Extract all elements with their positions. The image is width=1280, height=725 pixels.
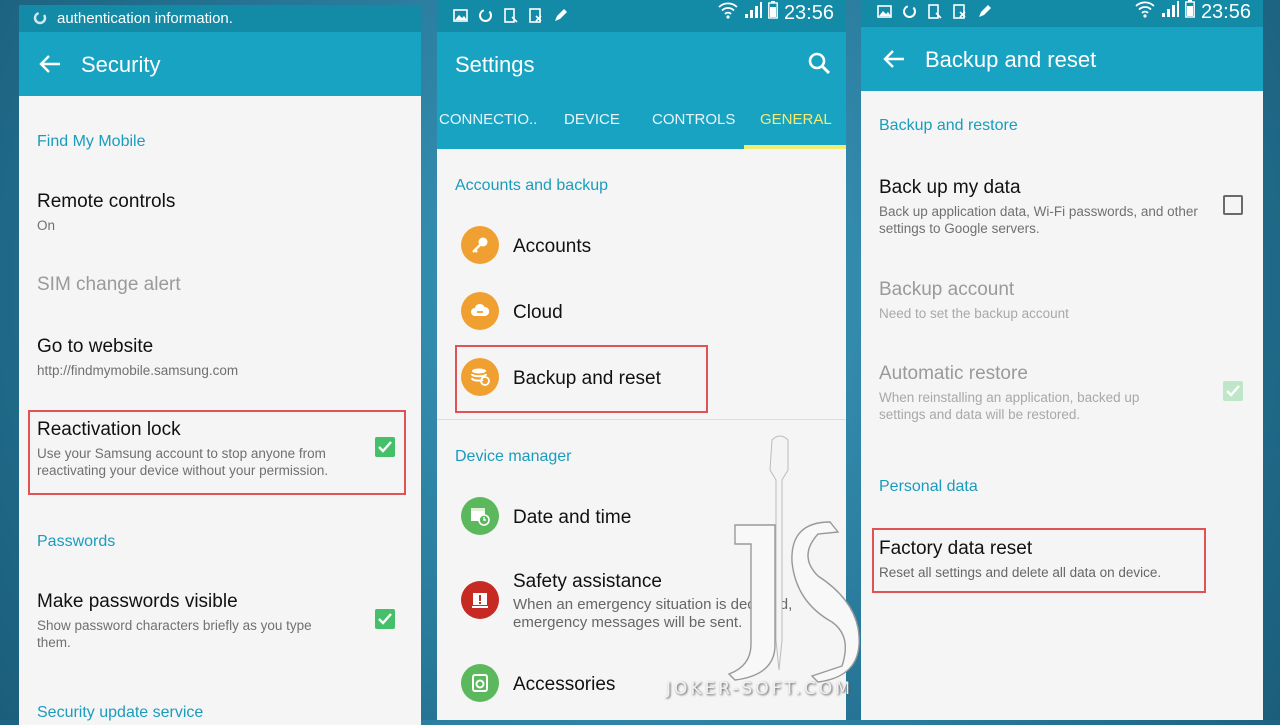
section-device-manager: Device manager (455, 448, 572, 465)
tab-connections[interactable]: CONNECTIO.. (439, 111, 537, 128)
status-bar: 23:56 (861, 0, 1263, 27)
signal-icon (1161, 0, 1179, 24)
accessories-title: Accessories (513, 674, 616, 695)
backup-and-reset-title: Backup and reset (513, 368, 661, 389)
remote-controls-title: Remote controls (37, 191, 176, 212)
reactivation-lock-sub: Use your Samsung account to stop anyone … (37, 446, 329, 478)
status-bar: 23:56 (437, 0, 846, 32)
signal-icon (744, 1, 762, 25)
search-icon[interactable] (808, 52, 831, 79)
section-accounts-and-backup: Accounts and backup (455, 177, 608, 194)
file-icon (952, 4, 967, 24)
watermark-text: JOKER-SOFT.COM (666, 679, 853, 699)
pen-icon (553, 8, 568, 28)
automatic-restore-checkbox (1223, 381, 1243, 401)
wifi-icon (1135, 0, 1155, 24)
tab-controls[interactable]: CONTROLS (652, 111, 735, 128)
screenshot-icon (503, 8, 518, 28)
page-title: Settings (455, 52, 535, 77)
automatic-restore-sub: When reinstalling an application, backed… (879, 390, 1140, 422)
security-screen: authentication information. Security Fin… (19, 5, 421, 725)
notification-bar: authentication information. (19, 5, 421, 32)
backup-icon (461, 358, 499, 396)
sim-change-alert-item: SIM change alert (37, 274, 181, 295)
battery-icon (1185, 0, 1195, 24)
factory-data-reset-sub: Reset all settings and delete all data o… (879, 565, 1162, 580)
cloud-title: Cloud (513, 302, 563, 323)
backup-account-title: Backup account (879, 279, 1015, 300)
tab-device[interactable]: DEVICE (564, 111, 620, 128)
section-backup-and-restore: Backup and restore (879, 117, 1018, 134)
page-title: Security (81, 52, 161, 77)
reactivation-lock-checkbox[interactable] (375, 437, 395, 457)
backup-app-bar: Backup and reset (861, 27, 1263, 91)
back-arrow-icon[interactable] (883, 49, 905, 74)
sync-icon (33, 11, 47, 30)
section-security-update-service: Security update service (37, 704, 204, 721)
tab-general[interactable]: GENERAL (760, 111, 832, 128)
automatic-restore-title: Automatic restore (879, 363, 1028, 384)
back-up-my-data-checkbox[interactable] (1223, 195, 1243, 215)
pen-icon (977, 4, 992, 24)
back-arrow-icon[interactable] (39, 54, 61, 79)
cloud-icon (461, 292, 499, 330)
back-up-my-data-title: Back up my data (879, 177, 1021, 198)
security-app-bar: Security (19, 32, 421, 96)
back-up-my-data-sub: Back up application data, Wi-Fi password… (879, 204, 1198, 236)
page-title: Backup and reset (925, 47, 1097, 72)
go-to-website-title: Go to website (37, 336, 154, 357)
notification-text: authentication information. (57, 10, 233, 27)
gallery-icon (877, 4, 892, 24)
clock: 23:56 (1200, 0, 1251, 23)
battery-icon (768, 1, 778, 25)
backup-account-sub: Need to set the backup account (879, 306, 1069, 321)
accessories-icon (461, 664, 499, 702)
section-divider (437, 419, 846, 420)
go-to-website-sub: http://findmymobile.samsung.com (37, 363, 239, 378)
key-icon (461, 226, 499, 264)
reactivation-lock-title: Reactivation lock (37, 419, 181, 440)
accounts-title: Accounts (513, 236, 592, 257)
alert-icon (461, 581, 499, 619)
make-passwords-visible-checkbox[interactable] (375, 609, 395, 629)
section-find-my-mobile: Find My Mobile (37, 133, 146, 150)
remote-controls-sub: On (37, 218, 56, 233)
backup-reset-screen: 23:56 Backup and reset Backup and restor… (861, 0, 1263, 720)
wifi-icon (718, 1, 738, 25)
date-and-time-title: Date and time (513, 507, 632, 528)
tab-indicator (744, 145, 846, 149)
joker-soft-logo: JOKER-SOFT.COM (660, 430, 910, 700)
calendar-clock-icon (461, 497, 499, 535)
make-passwords-visible-sub: Show password characters briefly as you … (37, 618, 312, 650)
sync-icon (478, 8, 493, 28)
file-icon (528, 8, 543, 28)
gallery-icon (453, 8, 468, 28)
clock: 23:56 (783, 1, 834, 24)
sync-icon (902, 4, 917, 24)
settings-app-bar: Settings CONNECTIO.. DEVICE CONTROLS GEN… (437, 32, 846, 149)
make-passwords-visible-title: Make passwords visible (37, 591, 238, 612)
section-passwords: Passwords (37, 533, 116, 550)
safety-assistance-title: Safety assistance (513, 571, 662, 592)
screenshot-icon (927, 4, 942, 24)
